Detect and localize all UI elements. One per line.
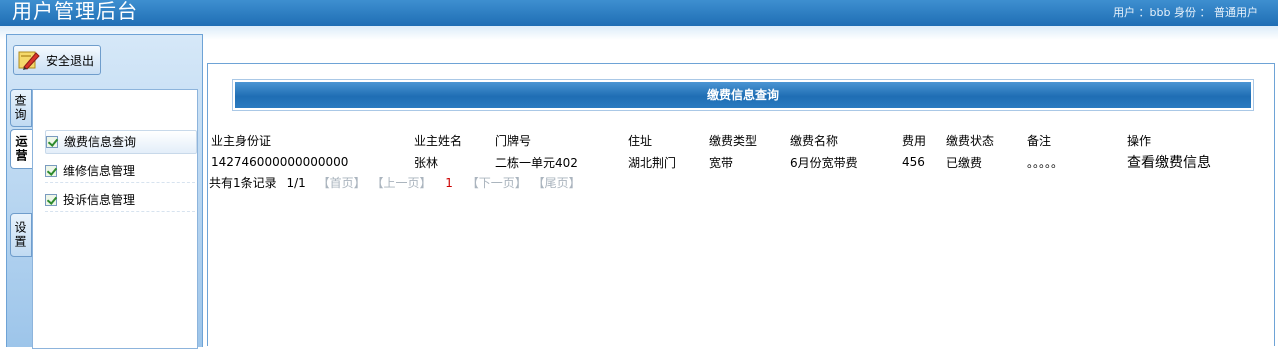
last-page-link[interactable]: 【尾页】	[533, 176, 581, 190]
page-indicator: 1/1	[286, 176, 306, 190]
pencil-exit-icon	[18, 50, 40, 70]
column-header: 缴费名称	[790, 133, 839, 148]
sidebar-item-payment-query[interactable]: 缴费信息查询	[45, 130, 197, 154]
sidebar-item-repair-management[interactable]: 维修信息管理	[45, 160, 195, 183]
cell-remark: 。。。。。	[1027, 155, 1064, 170]
record-count: 共有1条记录	[209, 176, 277, 190]
column-header: 门牌号	[495, 133, 532, 148]
section-header: 缴费信息查询	[232, 79, 1254, 111]
tab-query[interactable]: 查询	[10, 89, 32, 127]
column-header: 操作	[1127, 133, 1152, 148]
next-page-link[interactable]: 【下一页】	[467, 176, 527, 190]
cell-payment-status: 已缴费	[946, 155, 983, 170]
column-header: 备注	[1027, 133, 1052, 148]
tab-settings[interactable]: 设置	[10, 213, 32, 257]
logout-button[interactable]: 安全退出	[13, 45, 101, 75]
top-header: 用户管理后台 用户 ：bbb 身份 ： 普通用户	[0, 0, 1278, 26]
checkbox-icon	[45, 194, 57, 206]
column-header: 缴费类型	[709, 133, 758, 148]
cell-address: 湖北荆门	[628, 155, 677, 170]
first-page-link[interactable]: 【首页】	[318, 176, 366, 190]
sidebar-item-label: 维修信息管理	[63, 164, 136, 178]
tab-operations[interactable]: 运营	[10, 129, 32, 169]
user-info: 用户 ：bbb 身份 ： 普通用户	[1113, 6, 1258, 19]
column-header: 费用	[902, 133, 927, 148]
sidebar-item-complaint-management[interactable]: 投诉信息管理	[45, 189, 195, 212]
logout-label: 安全退出	[46, 53, 95, 68]
column-header: 住址	[628, 133, 653, 148]
current-page-number[interactable]: 1	[445, 176, 453, 190]
pagination: 共有1条记录 1/1 【首页】 【上一页】 1 【下一页】 【尾页】	[209, 174, 581, 191]
cell-owner-id: 142746000000000000	[211, 155, 349, 169]
menu-panel: 缴费信息查询 维修信息管理 投诉信息管理	[32, 89, 198, 349]
checkbox-icon	[45, 165, 57, 177]
column-header: 缴费状态	[946, 133, 995, 148]
table-header-row: 业主身份证 业主姓名 门牌号 住址 缴费类型 缴费名称 费用 缴费状态 备注 操…	[211, 129, 1237, 151]
content-frame: 缴费信息查询 业主身份证 业主姓名 门牌号 住址 缴费类型 缴费名称 费用 缴费…	[207, 63, 1275, 346]
cell-fee: 456	[902, 155, 925, 169]
checkbox-icon	[46, 136, 58, 148]
cell-owner-name: 张林	[414, 155, 439, 170]
sidebar-item-label: 投诉信息管理	[63, 193, 136, 207]
app-title: 用户管理后台	[12, 0, 138, 23]
sidebar: 安全退出 查询 运营 设置 缴费信息查询 维修信息管理 投诉信息管理	[6, 34, 203, 349]
column-header: 业主姓名	[414, 133, 463, 148]
table-row: 142746000000000000 张林 二栋一单元402 湖北荆门 宽带 6…	[211, 151, 1237, 173]
section-title: 缴费信息查询	[235, 82, 1251, 108]
cell-house-number: 二栋一单元402	[495, 155, 578, 170]
sidebar-item-label: 缴费信息查询	[64, 135, 137, 149]
prev-page-link[interactable]: 【上一页】	[371, 176, 431, 190]
cell-payment-name: 6月份宽带费	[790, 155, 858, 170]
cell-payment-type: 宽带	[709, 155, 734, 170]
column-header: 业主身份证	[211, 133, 272, 148]
view-payment-link[interactable]: 查看缴费信息	[1127, 155, 1211, 171]
payment-table: 业主身份证 业主姓名 门牌号 住址 缴费类型 缴费名称 费用 缴费状态 备注 操…	[211, 129, 1237, 173]
